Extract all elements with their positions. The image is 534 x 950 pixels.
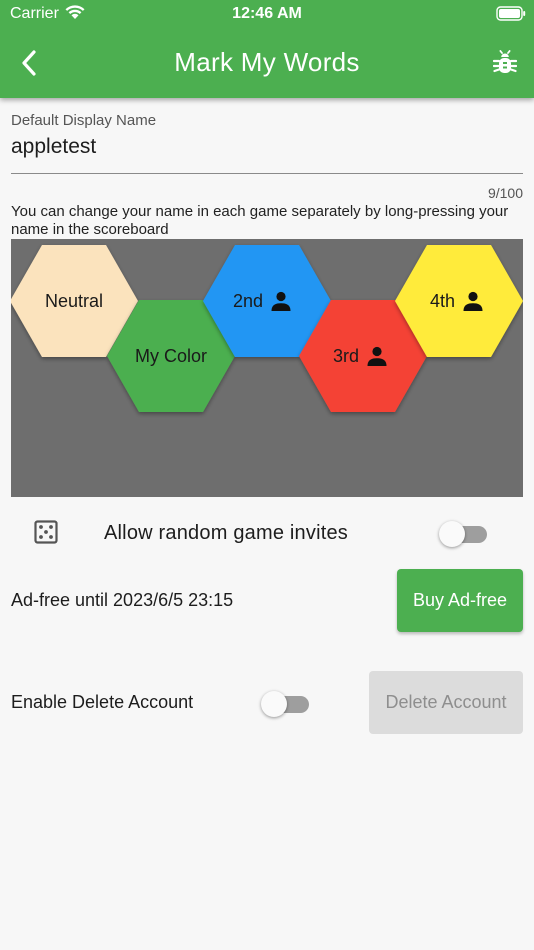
enable-delete-account-label: Enable Delete Account (11, 692, 194, 712)
debug-button[interactable] (488, 46, 522, 80)
character-counter: 9/100 (487, 185, 523, 201)
clock: 12:46 AM (232, 5, 302, 22)
ad-free-status: Ad-free until 2023/6/5 23:15 (11, 590, 234, 610)
delete-account-button[interactable]: Delete Account (369, 671, 523, 734)
random-invites-toggle[interactable] (439, 521, 487, 547)
hex-label: 4th (430, 291, 455, 311)
display-name-helper-text: You can change your name in each game se… (11, 203, 509, 238)
hex-label: My Color (135, 346, 207, 366)
color-preview-board: Neutral My Color 2nd 3rd 4th (11, 239, 523, 497)
display-name-label: Default Display Name (11, 112, 157, 129)
toggle-knob (439, 521, 465, 547)
bug-icon (493, 50, 517, 73)
dice-icon (34, 520, 58, 549)
hex-label: Neutral (45, 291, 103, 311)
toggle-knob (261, 691, 287, 717)
page-title: Mark My Words (174, 47, 360, 77)
battery-icon (496, 6, 526, 26)
display-name-input[interactable] (11, 134, 523, 174)
random-invites-label: Allow random game invites (104, 522, 348, 544)
app-bar: Carrier 12:46 AM Mark My Words (0, 0, 534, 98)
hex-label: 3rd (333, 346, 359, 366)
status-bar: Carrier 12:46 AM (0, 0, 534, 28)
enable-delete-account-toggle[interactable] (261, 691, 309, 717)
buy-ad-free-button[interactable]: Buy Ad-free (397, 569, 523, 632)
hex-label: 2nd (233, 291, 263, 311)
